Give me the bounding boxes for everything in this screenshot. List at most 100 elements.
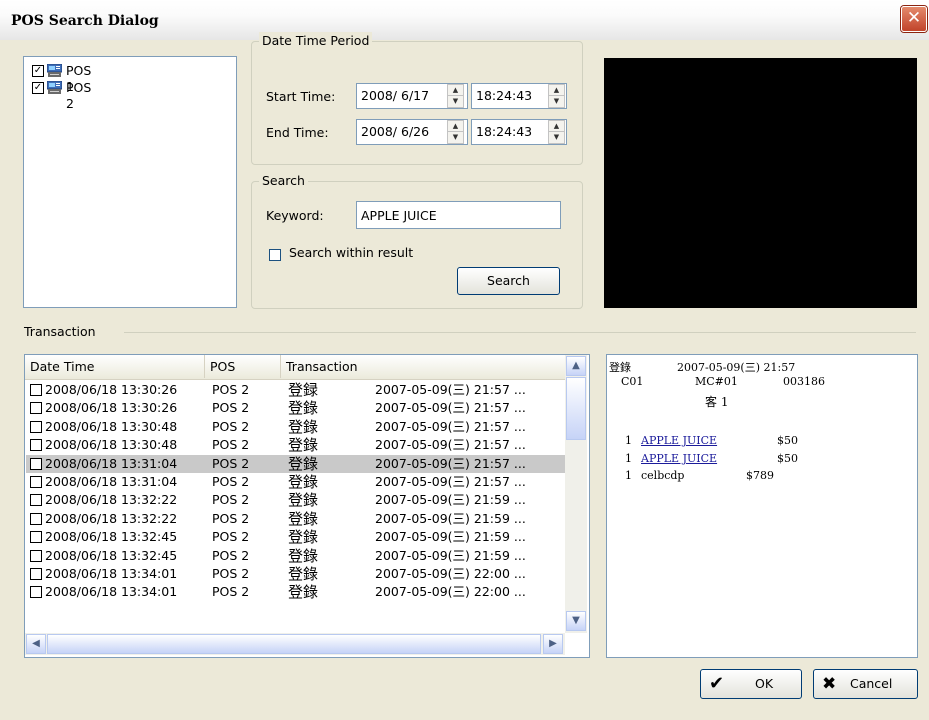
row-checkbox[interactable] <box>30 457 42 470</box>
title-bar[interactable]: POS Search Dialog ✕ <box>0 0 929 40</box>
table-row[interactable]: 2008/06/18 13:34:01 POS 2 登錄 2007-05-09(三) … <box>26 565 565 583</box>
transaction-label: Transaction <box>24 324 96 339</box>
receipt-item-qty: 1 <box>625 452 632 465</box>
receipt-customer: 客 1 <box>705 395 729 409</box>
row-checkbox[interactable] <box>30 402 42 415</box>
pos1-checkbox[interactable]: ✓ <box>32 65 44 77</box>
cell-datetime: 2008/06/18 13:30:48 <box>45 437 178 453</box>
pos2-checkbox[interactable]: ✓ <box>32 82 44 94</box>
pos-tree[interactable]: ✓ POS 1 ✓ POS 2 <box>23 56 237 308</box>
table-row[interactable]: 2008/06/18 13:32:45 POS 2 登錄 2007-05-09(三) … <box>26 547 565 565</box>
spin-down-icon[interactable]: ▼ <box>448 96 463 107</box>
table-row[interactable]: 2008/06/18 13:32:22 POS 2 登錄 2007-05-09(三) … <box>26 491 565 509</box>
spin-up-icon[interactable]: ▲ <box>549 85 564 96</box>
row-checkbox[interactable] <box>30 568 42 580</box>
cancel-x-icon: ✖ <box>822 674 837 694</box>
cell-pos: POS 2 <box>212 584 250 600</box>
cancel-button[interactable]: ✖ Cancel <box>813 669 918 699</box>
start-time-label: Start Time: <box>266 89 336 104</box>
cancel-button-label: Cancel <box>850 676 893 691</box>
cell-pos: POS 2 <box>212 529 250 545</box>
cell-transaction-type: 登錄 <box>288 473 319 491</box>
column-header-transaction[interactable]: Transaction <box>281 355 565 378</box>
receipt-item-name[interactable]: APPLE JUICE <box>641 452 717 465</box>
cell-datetime: 2008/06/18 13:30:48 <box>45 418 178 434</box>
receipt-panel: 登錄 2007-05-09(三) 21:57 C01 MC#01 003186 … <box>606 354 918 658</box>
cell-transaction-type: 登錄 <box>288 509 319 528</box>
cell-transaction-detail: 2007-05-09(三) 21:57 ... <box>375 418 526 434</box>
receipt-item-name[interactable]: APPLE JUICE <box>641 434 717 447</box>
cell-datetime: 2008/06/18 13:32:22 <box>45 492 178 508</box>
cell-datetime: 2008/06/18 13:34:01 <box>45 584 178 600</box>
row-checkbox[interactable] <box>30 384 42 396</box>
spin-up-icon[interactable]: ▲ <box>549 121 564 132</box>
spin-down-icon[interactable]: ▼ <box>448 132 463 143</box>
receipt-item-qty: 1 <box>625 434 632 447</box>
cell-transaction-detail: 2007-05-09(三) 22:00 ... <box>375 566 526 581</box>
scroll-down-icon[interactable]: ▼ <box>566 611 586 631</box>
table-row[interactable]: 2008/06/18 13:31:04 POS 2 登錄 2007-05-09(三) … <box>26 454 565 473</box>
video-preview[interactable] <box>604 58 917 308</box>
transaction-list[interactable]: Date Time POS Transaction 2008/06/18 13:… <box>24 354 590 658</box>
cell-transaction-type: 登錄 <box>288 565 319 583</box>
cell-transaction-type: 登録 <box>288 381 319 399</box>
h-scroll-thumb[interactable] <box>47 634 541 654</box>
row-checkbox[interactable] <box>30 420 42 433</box>
spin-down-icon[interactable]: ▼ <box>549 96 564 107</box>
checkmark-icon: ✔ <box>709 673 725 694</box>
keyword-input[interactable] <box>356 201 561 229</box>
end-date-spinner[interactable]: ▲ ▼ <box>447 120 464 144</box>
cell-transaction-type: 登錄 <box>288 491 319 510</box>
close-button[interactable]: ✕ <box>901 6 927 32</box>
scroll-thumb[interactable] <box>566 377 586 440</box>
close-icon: ✕ <box>906 8 922 28</box>
scroll-left-icon[interactable]: ◀ <box>26 634 46 654</box>
table-row[interactable]: 2008/06/18 13:31:04 POS 2 登錄 2007-05-09(三) … <box>26 473 565 491</box>
receipt-item-price: $789 <box>746 469 774 482</box>
start-time-spinner[interactable]: ▲ ▼ <box>548 84 565 108</box>
end-time-spinner[interactable]: ▲ ▼ <box>548 120 565 144</box>
row-checkbox[interactable] <box>30 494 42 507</box>
scroll-up-icon[interactable]: ▲ <box>566 356 586 376</box>
table-row[interactable]: 2008/06/18 13:30:26 POS 2 登錄 2007-05-09(三) … <box>26 399 565 417</box>
pos-search-dialog: POS Search Dialog ✕ ✓ POS 1 ✓ POS 2 Date… <box>0 0 929 720</box>
row-checkbox[interactable] <box>30 586 42 599</box>
start-date-spinner[interactable]: ▲ ▼ <box>447 84 464 108</box>
scroll-right-icon[interactable]: ▶ <box>543 634 563 654</box>
cell-pos: POS 2 <box>212 400 250 416</box>
date-time-period-legend: Date Time Period <box>259 32 373 50</box>
row-checkbox[interactable] <box>30 549 42 562</box>
receipt-store: C01 <box>621 375 644 388</box>
spin-down-icon[interactable]: ▼ <box>549 132 564 143</box>
table-row[interactable]: 2008/06/18 13:32:22 POS 2 登錄 2007-05-09(三) … <box>26 510 565 528</box>
column-header-pos[interactable]: POS <box>205 355 281 378</box>
receipt-item-name: celbcdp <box>641 469 685 482</box>
cell-datetime: 2008/06/18 13:30:26 <box>45 382 178 397</box>
spin-up-icon[interactable]: ▲ <box>448 121 463 132</box>
receipt-item-qty: 1 <box>625 469 632 482</box>
ok-button[interactable]: ✔ OK <box>700 669 802 699</box>
spin-up-icon[interactable]: ▲ <box>448 85 463 96</box>
ok-button-label: OK <box>755 676 774 691</box>
table-row[interactable]: 2008/06/18 13:30:48 POS 2 登錄 2007-05-09(三) … <box>26 436 565 454</box>
start-date-value: 2008/ 6/17 <box>361 88 430 103</box>
horizontal-scrollbar[interactable]: ◀ ▶ <box>25 633 565 655</box>
row-checkbox[interactable] <box>30 476 42 488</box>
search-within-checkbox[interactable] <box>269 249 281 261</box>
row-checkbox[interactable] <box>30 512 42 525</box>
column-header-datetime[interactable]: Date Time <box>25 355 205 378</box>
table-row[interactable]: 2008/06/18 13:32:45 POS 2 登錄 2007-05-09(三) … <box>26 528 565 546</box>
cell-transaction-type: 登錄 <box>288 436 319 455</box>
table-row[interactable]: 2008/06/18 13:30:26 POS 2 登録 2007-05-09(三) … <box>26 381 565 399</box>
receipt-number: 003186 <box>783 375 825 388</box>
cell-transaction-type: 登錄 <box>288 583 319 602</box>
row-checkbox[interactable] <box>30 439 42 452</box>
cell-transaction-detail: 2007-05-09(三) 21:59 ... <box>375 510 526 526</box>
list-header: Date Time POS Transaction <box>25 355 565 380</box>
vertical-scrollbar[interactable]: ▲ ▼ <box>565 355 587 633</box>
end-time-value: 18:24:43 <box>476 124 533 139</box>
table-row[interactable]: 2008/06/18 13:34:01 POS 2 登錄 2007-05-09(三) … <box>26 583 565 601</box>
search-button[interactable]: Search <box>457 267 560 295</box>
row-checkbox[interactable] <box>30 531 42 544</box>
table-row[interactable]: 2008/06/18 13:30:48 POS 2 登錄 2007-05-09(三) … <box>26 418 565 436</box>
